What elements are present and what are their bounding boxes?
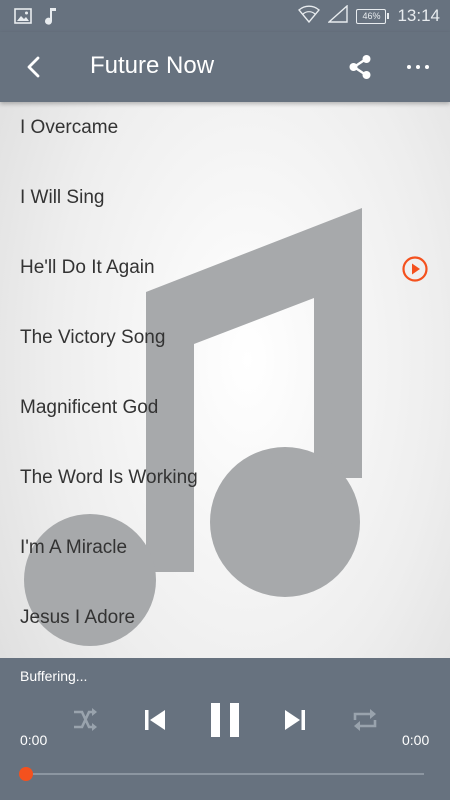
song-item[interactable]: I Will Sing <box>0 163 450 233</box>
app-screen: 46% 13:14 Future Now I Overcame I Will S… <box>0 0 450 800</box>
song-title: He'll Do It Again <box>20 257 155 278</box>
next-icon <box>285 710 305 730</box>
song-item[interactable]: I Overcame <box>0 93 450 163</box>
pause-button[interactable] <box>204 698 246 742</box>
pause-icon <box>211 703 239 737</box>
status-time: 13:14 <box>397 6 440 25</box>
repeat-button[interactable] <box>348 703 382 737</box>
page-title: Future Now <box>90 52 215 79</box>
total-time: 0:00 <box>402 732 430 748</box>
song-item[interactable]: The Word Is Working <box>0 443 450 513</box>
song-title: I Will Sing <box>20 187 105 208</box>
song-list: I Overcame I Will Sing He'll Do It Again… <box>0 93 450 653</box>
previous-icon <box>145 710 165 730</box>
song-title: The Word Is Working <box>20 467 198 488</box>
song-title: The Victory Song <box>20 327 166 348</box>
repeat-icon <box>353 709 377 731</box>
song-title: Magnificent God <box>20 397 159 418</box>
previous-button[interactable] <box>138 702 172 738</box>
now-playing-icon <box>402 256 428 282</box>
back-button[interactable] <box>16 49 52 85</box>
image-icon <box>14 8 32 28</box>
song-item[interactable]: Magnificent God <box>0 373 450 443</box>
signal-icon <box>327 4 349 27</box>
song-item-now-playing[interactable]: He'll Do It Again <box>0 233 450 303</box>
more-options-icon <box>407 65 429 69</box>
shuffle-icon <box>74 708 97 731</box>
wifi-icon <box>298 5 321 27</box>
song-title: Jesus I Adore <box>20 607 136 628</box>
player-status: Buffering... <box>20 668 88 684</box>
music-note-icon <box>44 6 58 30</box>
song-item[interactable]: The Victory Song <box>0 303 450 373</box>
next-button[interactable] <box>278 702 312 738</box>
status-left-icons <box>14 6 58 30</box>
song-title: I'm A Miracle <box>20 537 128 558</box>
song-item[interactable]: Jesus I Adore <box>0 583 450 653</box>
song-title: I Overcame <box>20 117 119 138</box>
share-icon <box>349 55 371 79</box>
elapsed-time: 0:00 <box>20 732 48 748</box>
player-panel: Buffering... 0:00 0:00 <box>0 658 450 800</box>
song-item[interactable]: I'm A Miracle <box>0 513 450 583</box>
status-bar: 46% 13:14 <box>0 0 450 32</box>
share-button[interactable] <box>342 49 378 85</box>
more-options-button[interactable] <box>400 49 436 85</box>
battery-level: 46% <box>356 8 387 24</box>
status-right-icons: 46% 13:14 <box>298 4 440 27</box>
toolbar: Future Now <box>0 32 450 102</box>
seek-thumb[interactable] <box>19 767 33 781</box>
seek-bar[interactable] <box>26 773 424 775</box>
back-arrow-icon <box>27 56 40 78</box>
battery-icon: 46% <box>356 8 390 24</box>
shuffle-button[interactable] <box>68 703 102 737</box>
